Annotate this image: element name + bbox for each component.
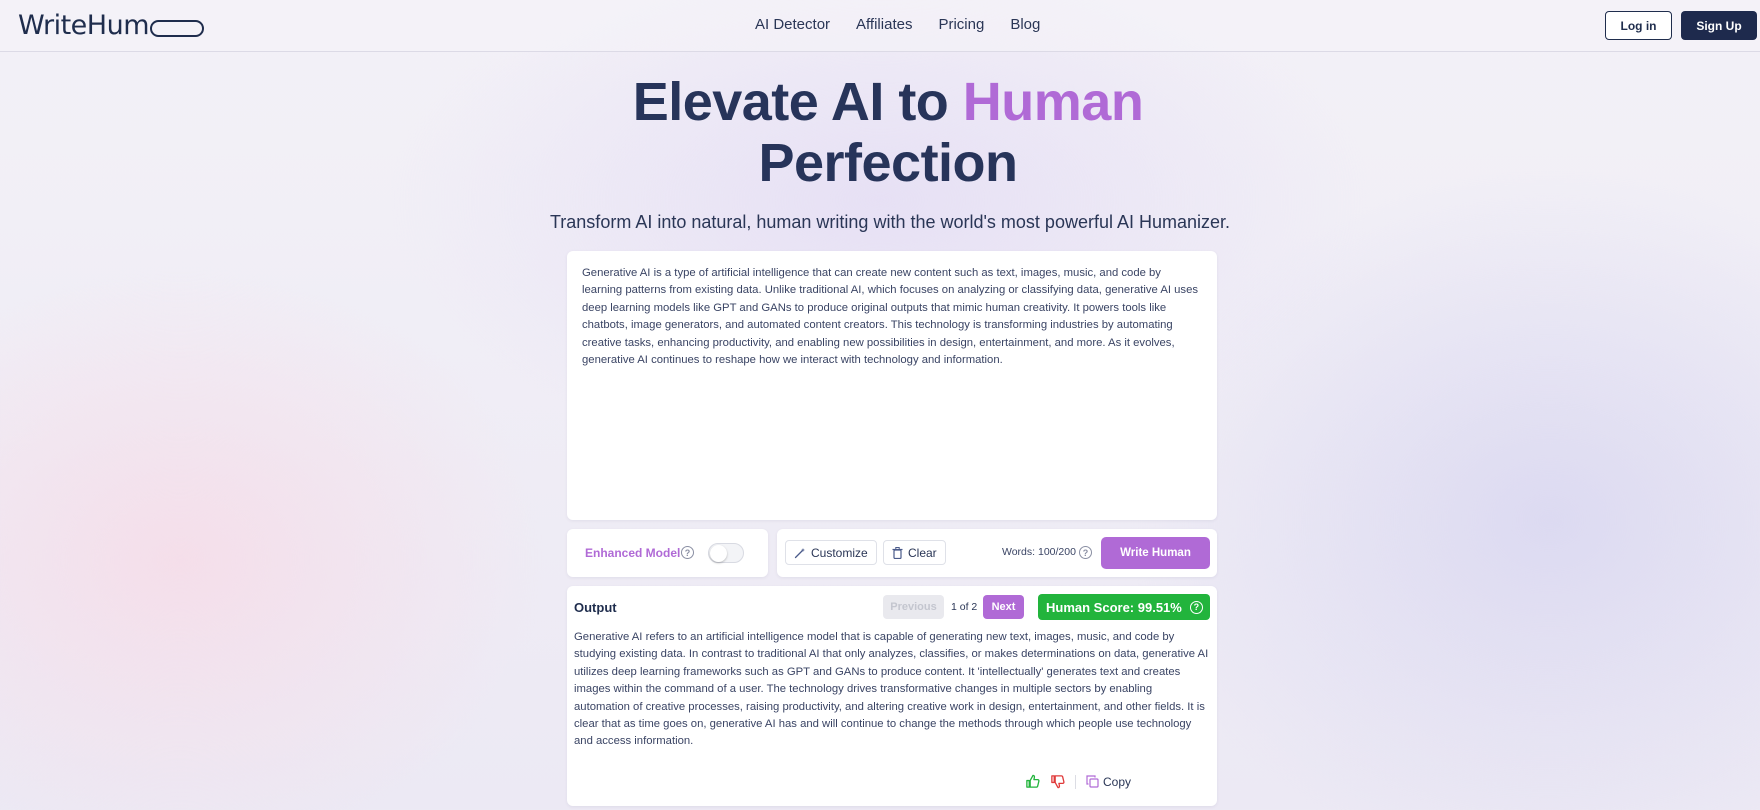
- top-nav-bar: WriteHum AI Detector Affiliates Pricing …: [0, 0, 1760, 52]
- copy-label: Copy: [1103, 774, 1132, 789]
- previous-button[interactable]: Previous: [883, 595, 944, 619]
- action-panel: Customize Clear Words: 100/200 ? Write H…: [777, 529, 1217, 577]
- nav-link-pricing[interactable]: Pricing: [938, 16, 984, 33]
- main-nav: AI Detector Affiliates Pricing Blog: [755, 16, 1040, 33]
- magic-wand-icon: [794, 547, 805, 558]
- hero-title-line2: Perfection: [758, 133, 1018, 193]
- output-title: Output: [574, 600, 617, 615]
- hero-subtitle: Transform AI into natural, human writing…: [549, 212, 1231, 232]
- help-icon[interactable]: ?: [1079, 546, 1092, 559]
- signup-button[interactable]: Sign Up: [1681, 11, 1757, 40]
- write-human-button[interactable]: Write Human: [1101, 537, 1210, 569]
- help-icon[interactable]: ?: [681, 546, 694, 559]
- pager-indicator: 1 of 2: [951, 601, 978, 613]
- copy-icon: [1086, 775, 1099, 788]
- login-button[interactable]: Log in: [1605, 11, 1672, 40]
- thumbs-up-icon[interactable]: [1025, 774, 1040, 789]
- hero-title: Elevate AI to Human Perfection: [0, 72, 1760, 194]
- logo[interactable]: WriteHum: [18, 10, 204, 41]
- nav-link-ai-detector[interactable]: AI Detector: [755, 16, 830, 33]
- divider: [1075, 774, 1076, 789]
- human-score-label: Human Score: 99.51%: [1046, 599, 1182, 615]
- help-icon[interactable]: ?: [1189, 600, 1203, 614]
- customize-label: Customize: [811, 545, 868, 560]
- input-text: Generative AI is a type of artificial in…: [582, 267, 1199, 367]
- output-panel: Output Previous 1 of 2 Next Human Score:…: [567, 586, 1217, 806]
- input-textarea[interactable]: Generative AI is a type of artificial in…: [567, 251, 1217, 520]
- copy-button[interactable]: Copy: [1086, 775, 1131, 789]
- nav-link-blog[interactable]: Blog: [1010, 16, 1040, 33]
- logo-mark: [150, 20, 204, 37]
- output-actions: Copy: [1025, 774, 1131, 789]
- toggle-knob: [710, 545, 727, 562]
- next-button[interactable]: Next: [983, 595, 1024, 619]
- trash-icon: [892, 546, 903, 559]
- nav-link-affiliates[interactable]: Affiliates: [856, 16, 912, 33]
- word-count: Words: 100/200: [1002, 546, 1076, 558]
- logo-text: WriteHum: [18, 10, 150, 41]
- enhanced-model-label: Enhanced Model: [585, 546, 681, 560]
- output-text: Generative AI refers to an artificial in…: [574, 631, 1209, 748]
- clear-button[interactable]: Clear: [883, 540, 946, 565]
- human-score-badge: Human Score: 99.51% ?: [1038, 594, 1210, 620]
- thumbs-down-icon[interactable]: [1050, 774, 1065, 789]
- customize-button[interactable]: Customize: [785, 540, 877, 565]
- hero-title-accent: Human: [962, 72, 1144, 132]
- enhanced-model-toggle[interactable]: [708, 543, 744, 563]
- enhanced-model-panel: Enhanced Model ?: [567, 529, 768, 577]
- clear-label: Clear: [908, 545, 937, 560]
- hero-title-part1: Elevate AI to: [632, 72, 963, 132]
